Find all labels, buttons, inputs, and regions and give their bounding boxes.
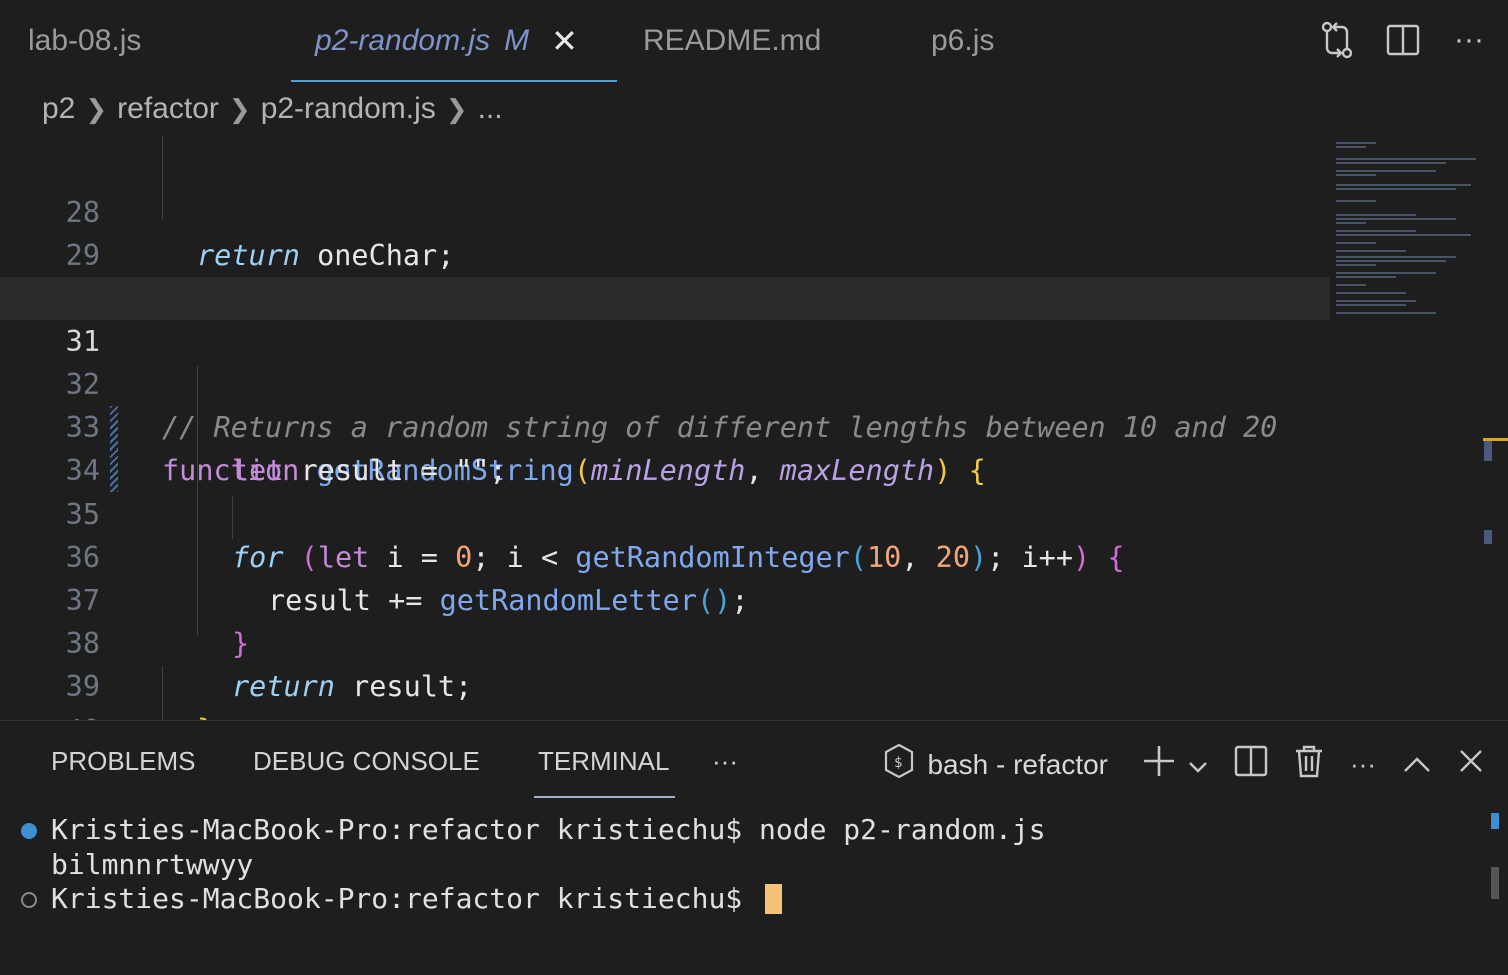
chevron-right-icon: ❯ — [445, 93, 468, 124]
terminal-bash-icon: $ — [883, 743, 915, 786]
chevron-right-icon: ❯ — [228, 93, 251, 124]
terminal-prompt: Kristies-MacBook-Pro:refactor kristiechu… — [51, 882, 760, 915]
minimap[interactable] — [1332, 136, 1482, 336]
code-line: 33 let result = ""; — [0, 363, 1330, 487]
close-icon[interactable]: ✕ — [551, 22, 578, 60]
code-line: 32 function getRandomString(minLength, m… — [0, 320, 1330, 492]
scrollbar-marker — [1484, 530, 1492, 544]
breadcrumb-item[interactable]: p2-random.js — [261, 92, 436, 126]
more-actions-icon[interactable]: ··· — [1450, 18, 1488, 62]
tab-lab-08[interactable]: lab-08.js — [28, 0, 141, 82]
trash-icon[interactable] — [1294, 744, 1324, 786]
active-tab-underline — [534, 796, 676, 798]
tab-label: PROBLEMS — [51, 745, 196, 776]
more-actions-icon[interactable]: ··· — [1350, 749, 1376, 780]
breadcrumb-item[interactable]: p2 — [42, 92, 75, 126]
tab-label: p2-random.js — [315, 24, 491, 57]
panel-tabs: PROBLEMS DEBUG CONSOLE TERMINAL ··· $ ba… — [0, 721, 1508, 801]
tab-p6[interactable]: p6.js — [931, 0, 994, 82]
code-line: 29 } //console.log(getRandomLetter()); — [0, 191, 1330, 315]
bottom-panel: PROBLEMS DEBUG CONSOLE TERMINAL ··· $ ba… — [0, 720, 1508, 975]
chevron-down-icon[interactable] — [1188, 748, 1208, 782]
svg-text:$: $ — [894, 755, 902, 771]
terminal-line: Kristies-MacBook-Pro:refactor kristiechu… — [51, 813, 1046, 846]
tab-label: DEBUG CONSOLE — [253, 745, 480, 776]
terminal-scrollbar[interactable] — [1491, 867, 1499, 899]
add-terminal-icon[interactable] — [1142, 744, 1176, 786]
code-line: 37 } — [0, 536, 1330, 660]
terminal-line: bilmnnrtwwyy — [51, 848, 254, 881]
breadcrumb-item[interactable]: ... — [478, 92, 503, 126]
terminal-actions: $ bash - refactor ··· — [883, 743, 1484, 786]
scrollbar-marker — [1491, 813, 1499, 829]
modified-indicator: M — [504, 24, 530, 57]
editor-actions: ··· — [1318, 18, 1488, 62]
close-icon[interactable] — [1458, 748, 1484, 782]
code-line-current: 31 // Returns a random string of differe… — [0, 277, 1330, 449]
breadcrumb-item[interactable]: refactor — [117, 92, 219, 126]
editor-tab-bar: lab-08.js p2-random.js M ✕ README.md p6.… — [0, 0, 1508, 82]
terminal-shell-selector[interactable]: $ bash - refactor — [883, 743, 1108, 786]
code-line: 40 //console.log(getRandomString(10, 20)… — [0, 666, 1330, 720]
code-line: 34 — [0, 406, 1330, 487]
code-line: 38 return result; — [0, 579, 1330, 703]
chevron-right-icon: ❯ — [85, 93, 108, 124]
tab-label: TERMINAL — [538, 745, 670, 776]
compare-changes-icon[interactable] — [1318, 18, 1356, 62]
command-pending-icon[interactable] — [21, 892, 37, 908]
chevron-up-icon[interactable] — [1402, 748, 1432, 782]
scrollbar-marker — [1484, 441, 1492, 461]
tab-readme[interactable]: README.md — [643, 0, 821, 82]
tab-problems[interactable]: PROBLEMS — [51, 721, 196, 801]
tab-label: p6.js — [931, 24, 995, 57]
breadcrumb: p2 ❯ refactor ❯ p2-random.js ❯ ... — [42, 82, 503, 136]
tab-debug-console[interactable]: DEBUG CONSOLE — [253, 721, 480, 801]
line-number: 40 — [0, 709, 100, 720]
tab-p2-random[interactable]: p2-random.js M ✕ — [291, 0, 617, 82]
shell-label: bash - refactor — [927, 748, 1109, 780]
terminal-prompt-line: Kristies-MacBook-Pro:refactor kristiechu… — [51, 882, 783, 916]
code-editor[interactable]: 28 return oneChar; 29 } //console.log(ge… — [0, 136, 1508, 720]
command-success-icon[interactable] — [21, 823, 37, 839]
code-line: 30 — [0, 234, 1330, 315]
code-line: 35 for (let i = 0; i < getRandomInteger(… — [0, 450, 1330, 574]
split-editor-icon[interactable] — [1384, 18, 1422, 62]
split-terminal-icon[interactable] — [1234, 745, 1268, 785]
panel-more-icon[interactable]: ··· — [712, 721, 738, 801]
terminal-cursor — [765, 884, 783, 914]
tab-label: lab-08.js — [28, 24, 142, 57]
tab-terminal[interactable]: TERMINAL — [534, 721, 676, 801]
code-line: 39 } — [0, 622, 1330, 720]
tab-label: README.md — [643, 24, 822, 57]
code-line: 28 return oneChar; — [0, 148, 1330, 272]
code-line: 36 result += getRandomLetter(); — [0, 493, 1330, 617]
